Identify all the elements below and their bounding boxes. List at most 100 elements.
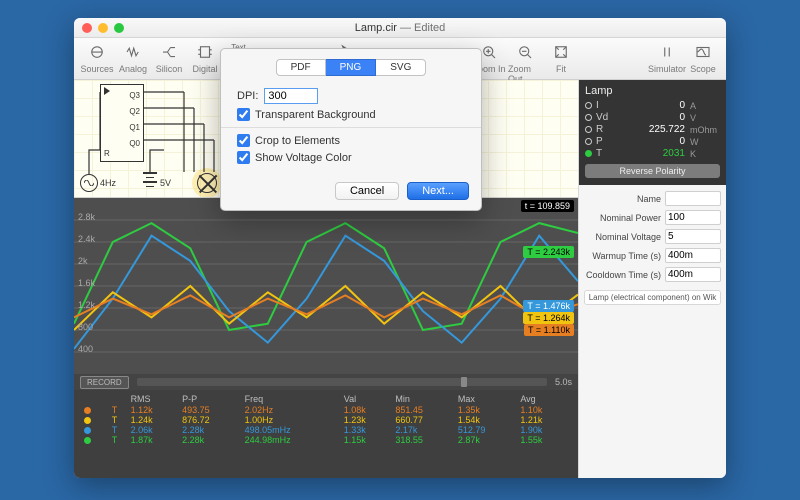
oscilloscope[interactable]: 2.8k2.4k2k1.6k1.2k800400 t = 109.859T = … [74, 198, 578, 374]
stats-header: Avg [518, 393, 570, 405]
stat-cell: 2.06k [129, 425, 181, 435]
trace [74, 236, 578, 349]
tab-png[interactable]: PNG [326, 59, 377, 76]
scope-button[interactable]: Scope [686, 41, 720, 74]
zoom-out-icon [514, 41, 536, 63]
transparent-label: Transparent Background [255, 109, 376, 121]
stats-header [82, 393, 110, 405]
reverse-polarity-button[interactable]: Reverse Polarity [585, 164, 720, 178]
voltagecolor-checkbox[interactable] [237, 151, 250, 164]
crop-checkbox[interactable] [237, 134, 250, 147]
format-segmented: PDF PNG SVG [221, 49, 481, 84]
scope-badge: T = 1.264k [523, 312, 574, 324]
simulator-icon [656, 41, 678, 63]
close-icon[interactable] [82, 23, 92, 33]
analog-icon [122, 41, 144, 63]
scope-badge: t = 109.859 [521, 200, 574, 212]
stats-header: P-P [180, 393, 242, 405]
stat-cell: 1.90k [518, 425, 570, 435]
nominal-voltage-field[interactable] [665, 229, 721, 244]
readout-label: Vd [596, 112, 614, 123]
warmup-field[interactable] [665, 248, 721, 263]
probe-dot-icon [585, 126, 592, 133]
scope-ylabel: 400 [78, 344, 93, 354]
tab-pdf[interactable]: PDF [276, 59, 326, 76]
stats-header: RMS [129, 393, 181, 405]
readout-unit: A [690, 101, 720, 111]
row-color-icon [82, 435, 110, 445]
playhead[interactable] [461, 377, 467, 387]
silicon-icon [158, 41, 180, 63]
stats-panel: RMSP-PFreqValMinMaxAvg T1.12k493.752.02H… [74, 390, 578, 478]
stat-cell: 1.08k [342, 405, 394, 415]
maximize-icon[interactable] [114, 23, 124, 33]
analog-button[interactable]: Analog [116, 41, 150, 84]
tab-svg[interactable]: SVG [376, 59, 426, 76]
scope-ylabel: 2.8k [78, 212, 95, 222]
properties: Name Nominal Power Nominal Voltage Warmu… [579, 185, 726, 311]
zoomout-button[interactable]: Zoom Out [508, 41, 542, 84]
silicon-button[interactable]: Silicon [152, 41, 186, 84]
readout-label: R [596, 124, 614, 135]
fit-button[interactable]: Fit [544, 41, 578, 84]
digital-button[interactable]: Digital [188, 41, 222, 84]
transparent-checkbox[interactable] [237, 108, 250, 121]
record-button[interactable]: RECORD [80, 376, 129, 389]
wiki-link-button[interactable]: Lamp (electrical component) on Wik [584, 290, 721, 305]
row-color-icon [82, 415, 110, 425]
stats-header: Freq [243, 393, 342, 405]
export-dialog: PDF PNG SVG DPI: Transparent Background … [220, 48, 482, 211]
row-label: T [110, 415, 129, 425]
table-row[interactable]: T2.06k2.28k498.05mHz1.33k2.17k512.791.90… [82, 425, 570, 435]
table-row[interactable]: T1.87k2.28k244.98mHz1.15k318.552.87k1.55… [82, 435, 570, 445]
stat-cell: 1.55k [518, 435, 570, 445]
stat-cell: 1.15k [342, 435, 394, 445]
readout-label: I [596, 100, 614, 111]
simulator-button[interactable]: Simulator [650, 41, 684, 74]
readout-row[interactable]: T2031K [585, 148, 720, 159]
stat-cell: 498.05mHz [243, 425, 342, 435]
readout-row[interactable]: I0A [585, 100, 720, 111]
stat-cell: 1.00Hz [243, 415, 342, 425]
stat-cell: 1.33k [342, 425, 394, 435]
next-button[interactable]: Next... [407, 182, 469, 200]
scope-badge: T = 1.476k [523, 300, 574, 312]
stats-header [110, 393, 129, 405]
timeline[interactable] [137, 378, 547, 386]
readout-value: 225.722 [618, 124, 685, 135]
readout-unit: K [690, 149, 720, 159]
row-color-icon [82, 425, 110, 435]
stat-cell: 660.77 [393, 415, 455, 425]
cooldown-field[interactable] [665, 267, 721, 282]
name-field[interactable] [665, 191, 721, 206]
readout-row[interactable]: Vd0V [585, 112, 720, 123]
fit-icon [550, 41, 572, 63]
minimize-icon[interactable] [98, 23, 108, 33]
table-row[interactable]: T1.24k876.721.00Hz1.23k660.771.54k1.21k [82, 415, 570, 425]
inspector-panel: Lamp I0AVd0VR225.722mOhmP0WT2031K Revers… [578, 80, 726, 478]
row-label: T [110, 425, 129, 435]
readout-unit: W [690, 137, 720, 147]
nominal-power-field[interactable] [665, 210, 721, 225]
stat-cell: 244.98mHz [243, 435, 342, 445]
stat-cell: 2.87k [456, 435, 518, 445]
probe-dot-icon [585, 150, 592, 157]
probe-dot-icon [585, 138, 592, 145]
scope-ylabel: 2.4k [78, 234, 95, 244]
stat-cell: 1.23k [342, 415, 394, 425]
dpi-label: DPI: [237, 90, 258, 102]
stat-cell: 2.28k [180, 425, 242, 435]
dpi-field[interactable] [264, 88, 318, 104]
stat-cell: 2.28k [180, 435, 242, 445]
cancel-button[interactable]: Cancel [335, 182, 399, 200]
readout-row[interactable]: R225.722mOhm [585, 124, 720, 135]
scope-ylabel: 1.6k [78, 278, 95, 288]
nominal-power-label: Nominal Power [584, 213, 661, 223]
stat-cell: 1.87k [129, 435, 181, 445]
sources-button[interactable]: Sources [80, 41, 114, 84]
scope-icon [692, 41, 714, 63]
sources-icon [86, 41, 108, 63]
table-row[interactable]: T1.12k493.752.02Hz1.08k851.451.35k1.10k [82, 405, 570, 415]
stat-cell: 318.55 [393, 435, 455, 445]
readout-row[interactable]: P0W [585, 136, 720, 147]
